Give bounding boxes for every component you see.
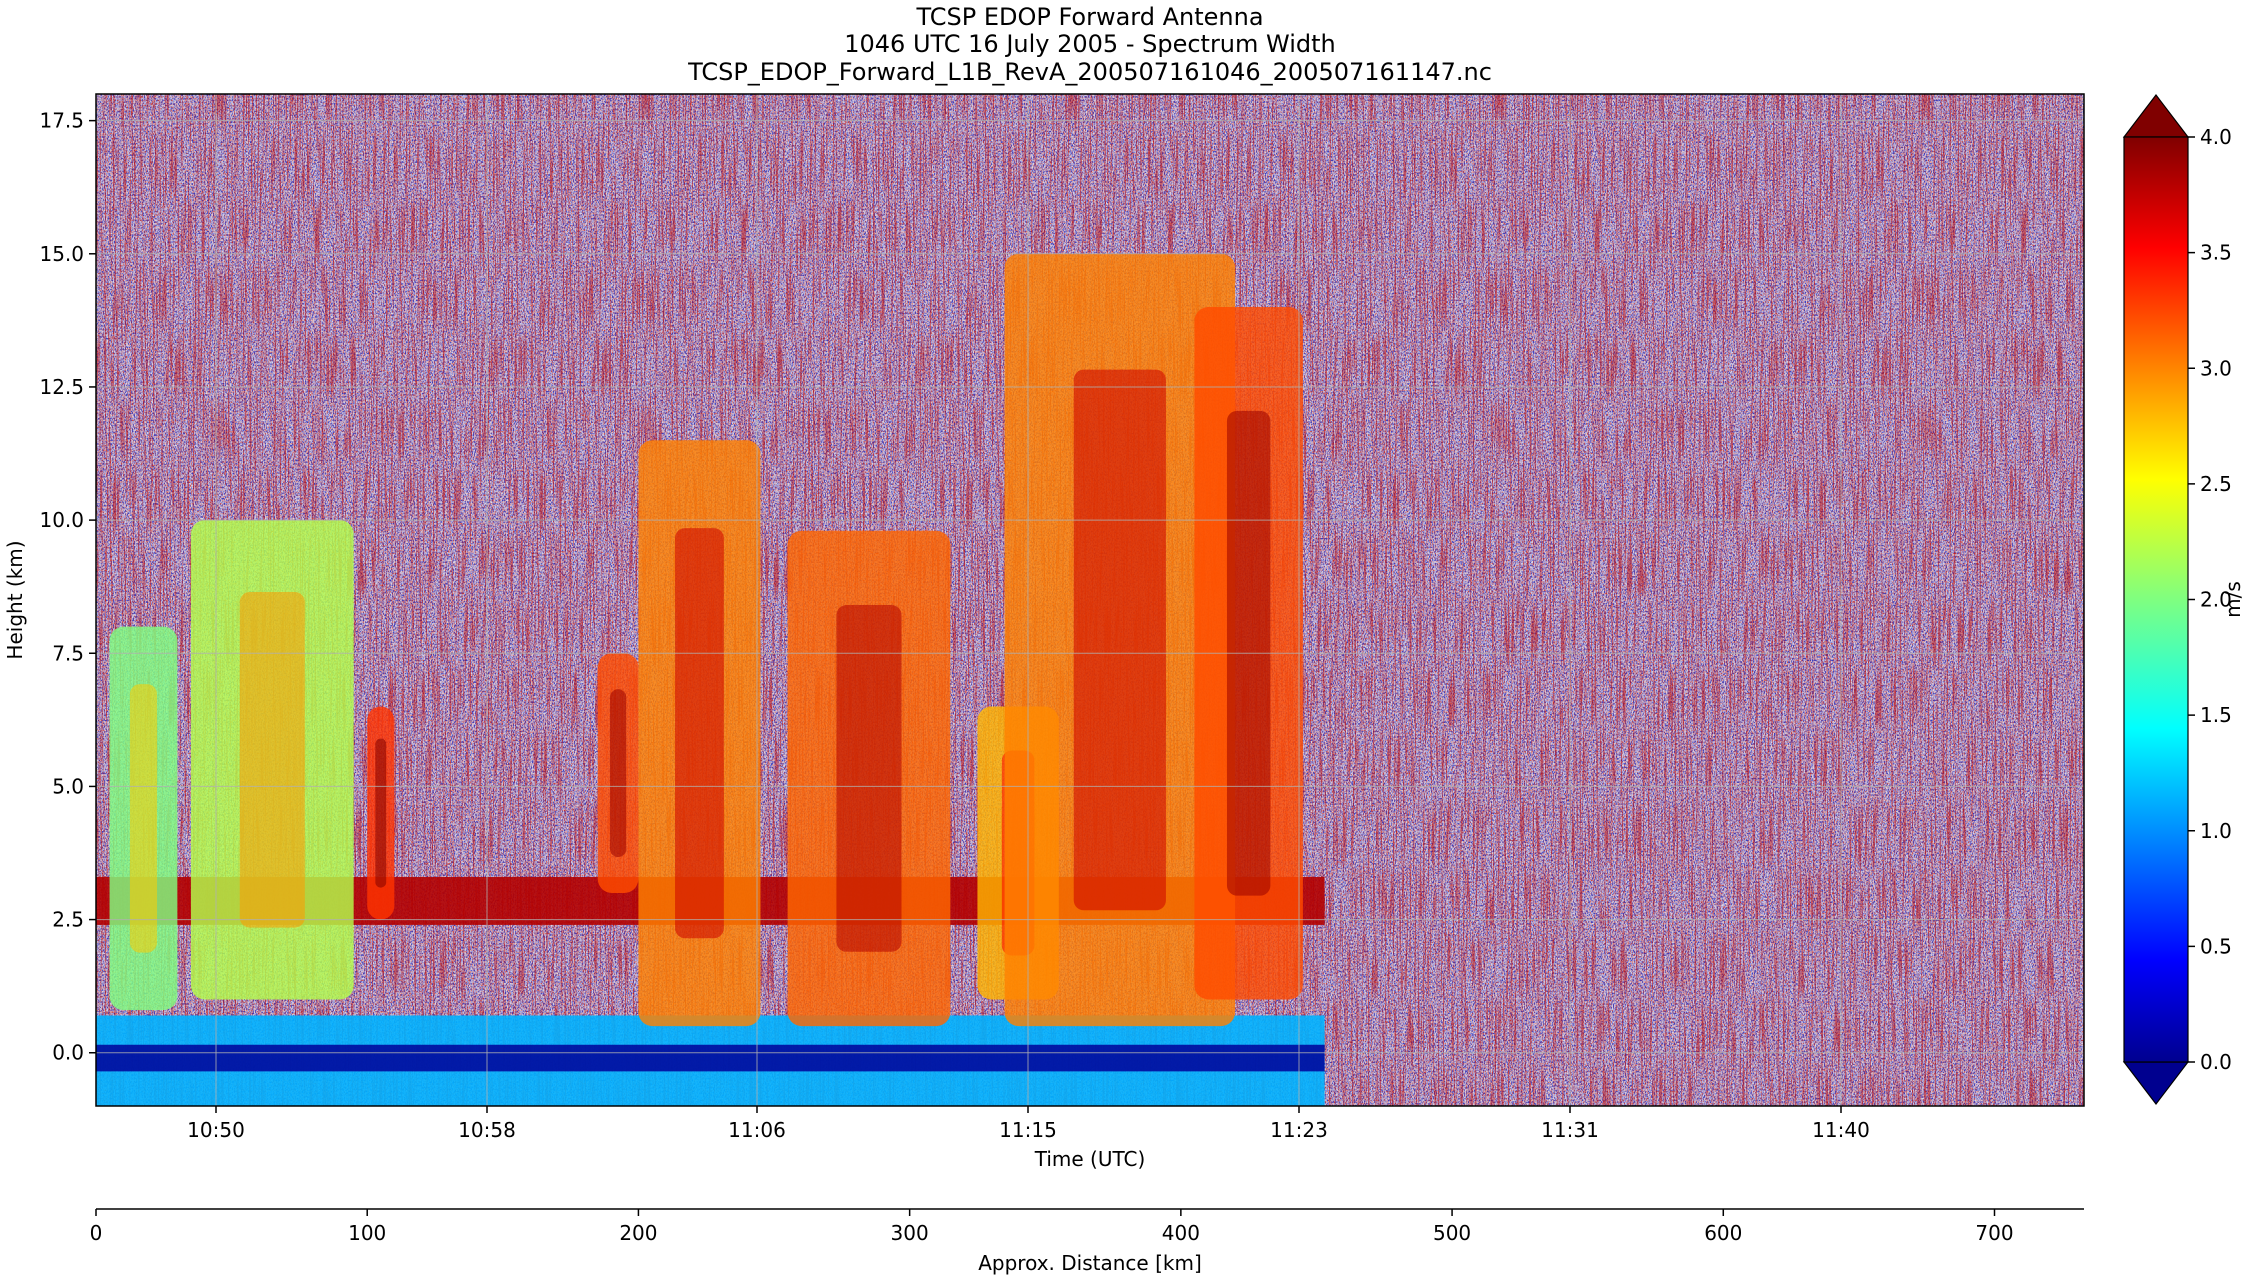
colorbar-tick-label: 2.5 [2200,472,2232,496]
distance-axis-label: Approx. Distance [km] [978,1251,1202,1275]
chart-root: TCSP EDOP Forward Antenna 1046 UTC 16 Ju… [0,0,2250,1275]
y-tick-label: 7.5 [52,641,84,665]
x-tick-label: 10:58 [458,1118,516,1142]
colorbar-tick-label: 3.0 [2200,356,2232,380]
distance-tick-label: 700 [1975,1221,2013,1245]
plot-area [96,94,2084,1106]
x-tick-label: 11:40 [1812,1118,1870,1142]
colorbar-gradient [2123,136,2189,1063]
distance-tick-label: 0 [90,1221,103,1245]
colorbar: 0.00.51.01.52.02.53.03.54.0 [2122,94,2232,1105]
y-axis-label: Height (km) [3,540,27,659]
y-tick-label: 2.5 [52,908,84,932]
x-tick-label: 11:15 [999,1118,1057,1142]
y-tick-label: 10.0 [39,508,84,532]
chart-filename: TCSP_EDOP_Forward_L1B_RevA_200507161046_… [687,58,1492,86]
surface-core [96,1044,1325,1072]
chart-subtitle: 1046 UTC 16 July 2005 - Spectrum Width [844,30,1336,58]
y-tick-label: 15.0 [39,242,84,266]
y-tick-label: 12.5 [39,375,84,399]
colorbar-tick-label: 0.0 [2200,1050,2232,1074]
x-tick-label: 11:06 [728,1118,786,1142]
y-axis: 0.0 2.5 5.0 7.5 10.0 12.5 15.0 17.5 [39,109,96,1065]
distance-tick-label: 300 [891,1221,929,1245]
distance-tick-label: 600 [1704,1221,1742,1245]
echo-cell-core [129,684,158,953]
x-tick-label: 11:31 [1541,1118,1599,1142]
y-tick-label: 17.5 [39,109,84,133]
colorbar-max-extend [2122,94,2190,138]
echo-cell-core [239,592,305,928]
colorbar-tick-label: 1.5 [2200,703,2232,727]
x-axis-label: Time (UTC) [1034,1147,1146,1171]
x-tick-label: 11:23 [1270,1118,1328,1142]
colorbar-tick-label: 0.5 [2200,934,2232,958]
echo-cell-core [609,689,627,857]
colorbar-min-extend [2122,1061,2190,1105]
distance-axis: 0 100 200 300 400 500 600 700 [90,1208,2084,1245]
distance-tick-label: 400 [1162,1221,1200,1245]
distance-tick-label: 100 [348,1221,386,1245]
distance-tick-label: 200 [619,1221,657,1245]
distance-tick-label: 500 [1433,1221,1471,1245]
chart-title: TCSP EDOP Forward Antenna [915,3,1263,31]
y-tick-label: 5.0 [52,774,84,798]
colorbar-tick-label: 1.0 [2200,819,2232,843]
echo-cell-core [1073,369,1166,911]
y-tick-label: 0.0 [52,1041,84,1065]
colorbar-tick-label: 3.5 [2200,241,2232,265]
colorbar-label: m/s [2221,581,2245,618]
x-axis: 10:50 10:58 11:06 11:15 11:23 11:31 11:40 [187,1106,1870,1142]
echo-cell-core [675,528,724,939]
x-tick-label: 10:50 [187,1118,245,1142]
chart-titles: TCSP EDOP Forward Antenna 1046 UTC 16 Ju… [687,3,1492,86]
echo-cell-core [375,738,387,888]
echo-cell-core [836,605,902,952]
colorbar-tick-label: 4.0 [2200,125,2232,149]
radar-chart: TCSP EDOP Forward Antenna 1046 UTC 16 Ju… [3,3,2245,1275]
